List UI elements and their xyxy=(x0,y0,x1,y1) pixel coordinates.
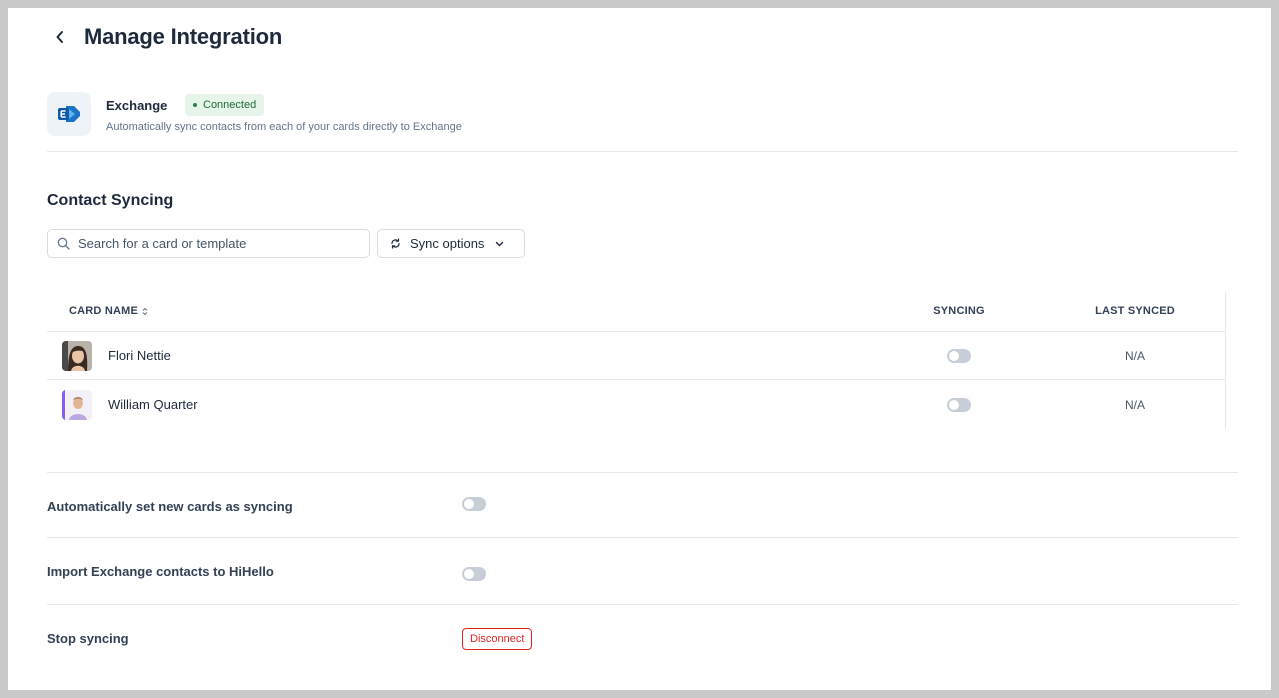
status-badge: Connected xyxy=(185,94,265,116)
sort-icon xyxy=(142,307,148,315)
setting-stop-syncing: Stop syncing Disconnect xyxy=(47,604,1238,671)
table-body: CARD NAME SYNCING LAST SYNCED Flori Nett… xyxy=(47,292,1225,429)
page-title: Manage Integration xyxy=(84,24,283,49)
table-scrollbar[interactable] xyxy=(1225,292,1239,429)
setting-import-contacts: Import Exchange contacts to HiHello xyxy=(47,537,1238,604)
status-badge-label: Connected xyxy=(203,99,257,111)
refresh-icon xyxy=(391,238,400,249)
card-name: Flori Nettie xyxy=(108,348,171,363)
cards-table: CARD NAME SYNCING LAST SYNCED Flori Nett… xyxy=(47,292,1239,429)
page-header: Manage Integration xyxy=(50,24,282,50)
last-synced: N/A xyxy=(1124,349,1145,363)
setting-label: Stop syncing xyxy=(47,631,129,646)
avatar xyxy=(62,390,92,420)
last-synced: N/A xyxy=(1124,398,1145,412)
search-icon xyxy=(57,237,70,250)
column-header-syncing: SYNCING xyxy=(933,305,985,317)
integration-summary: Exchange Connected Automatically sync co… xyxy=(47,92,1238,152)
section-title: Contact Syncing xyxy=(47,192,174,209)
chevron-down-icon xyxy=(496,241,504,246)
sync-options-label: Sync options xyxy=(410,236,485,251)
table-row[interactable]: William Quarter N/A xyxy=(47,381,1225,429)
card-name: William Quarter xyxy=(108,397,198,412)
table-header: CARD NAME SYNCING LAST SYNCED xyxy=(47,292,1225,332)
column-label: CARD NAME xyxy=(69,305,139,317)
integration-description: Automatically sync contacts from each of… xyxy=(106,121,462,133)
status-dot-icon xyxy=(193,103,197,107)
syncing-toggle[interactable] xyxy=(947,398,971,412)
app-window: Manage Integration Exchange Connected Au… xyxy=(8,8,1271,690)
sync-options-button[interactable]: Sync options xyxy=(377,229,525,258)
setting-label: Import Exchange contacts to HiHello xyxy=(47,564,274,579)
exchange-logo-icon xyxy=(47,92,91,136)
back-button[interactable] xyxy=(50,25,70,49)
setting-auto-sync: Automatically set new cards as syncing xyxy=(47,472,1238,537)
setting-label: Automatically set new cards as syncing xyxy=(47,499,293,514)
integration-name: Exchange xyxy=(106,98,168,113)
disconnect-button[interactable]: Disconnect xyxy=(462,628,533,650)
avatar xyxy=(62,341,92,371)
auto-sync-toggle[interactable] xyxy=(462,497,486,511)
import-contacts-toggle[interactable] xyxy=(462,567,486,581)
table-row[interactable]: Flori Nettie N/A xyxy=(47,332,1225,380)
search-input[interactable] xyxy=(78,236,348,251)
column-header-last-synced: LAST SYNCED xyxy=(1095,305,1175,317)
column-header-card-name[interactable]: CARD NAME xyxy=(69,305,148,317)
chevron-left-icon xyxy=(56,31,63,43)
search-box[interactable] xyxy=(47,229,370,258)
syncing-toggle[interactable] xyxy=(947,349,971,363)
